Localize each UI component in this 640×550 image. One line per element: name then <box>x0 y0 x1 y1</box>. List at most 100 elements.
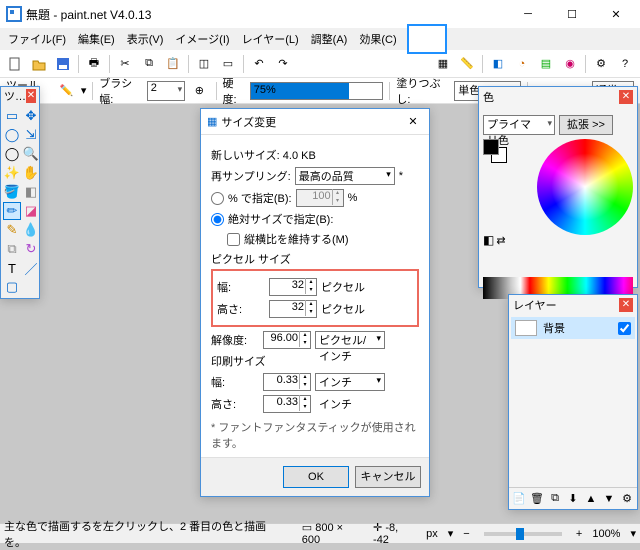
paste-button[interactable]: 📋 <box>162 53 184 75</box>
redo-button[interactable]: ↷ <box>272 53 294 75</box>
print-width-field[interactable]: 0.33 <box>263 373 311 391</box>
merge-down-button[interactable]: ⬇ <box>565 488 581 510</box>
clone-tool[interactable]: ⧉ <box>3 240 21 258</box>
gradient-tool[interactable]: ◧ <box>22 183 40 201</box>
minimize-button[interactable]: ─ <box>506 0 550 28</box>
duplicate-layer-button[interactable]: ⧉ <box>547 488 563 510</box>
help-button[interactable]: ? <box>614 53 636 75</box>
close-button[interactable]: ✕ <box>594 0 638 28</box>
history-toggle[interactable]: ◔ <box>511 53 533 75</box>
statusbar: 主な色で描画するを左クリックし、2 番目の色と描画を。 ▭ 800 × 600 … <box>0 523 640 543</box>
resize-dialog: ▦ サイズ変更 ✕ 新しいサイズ: 4.0 KB 再サンプリング: 最高の品質 … <box>200 108 430 497</box>
expand-button[interactable]: 拡張 >> <box>559 115 613 135</box>
zoom-in-button[interactable]: + <box>576 528 582 540</box>
height-field[interactable]: 32 <box>269 300 317 318</box>
maximize-button[interactable]: ☐ <box>550 0 594 28</box>
magic-wand-tool[interactable]: ✨ <box>3 164 21 182</box>
rect-select-tool[interactable]: ▭ <box>3 107 21 125</box>
move-selection-tool[interactable]: ⇲ <box>22 126 40 144</box>
width-field[interactable]: 32 <box>269 278 317 296</box>
line-tool[interactable]: ／ <box>22 259 40 277</box>
settings-button[interactable]: ⚙ <box>590 53 612 75</box>
ok-button[interactable]: OK <box>283 466 349 488</box>
layers-panel: レイヤー ✕ 背景 📄 🗑 ⧉ ⬇ ▲ ▼ ⚙ <box>508 294 638 510</box>
print-width-label: 幅: <box>211 374 259 390</box>
eraser-tool[interactable]: ◪ <box>22 202 40 220</box>
layer-row[interactable]: 背景 <box>511 317 635 339</box>
menu-effects[interactable]: 効果(C) <box>353 29 402 49</box>
menu-view[interactable]: 表示(V) <box>121 29 170 49</box>
resampling-note: * ファントファンタスティックが使用されます。 <box>211 419 419 451</box>
new-button[interactable] <box>4 53 26 75</box>
brush-bigger-button[interactable]: ⊕ <box>189 80 209 102</box>
tools-panel-close[interactable]: ✕ <box>26 89 36 103</box>
dialog-close-button[interactable]: ✕ <box>403 115 423 128</box>
titlebar: 無題 - paint.net V4.0.13 ─ ☐ ✕ <box>0 0 640 28</box>
recolor-tool[interactable]: ↻ <box>22 240 40 258</box>
cancel-button[interactable]: キャンセル <box>355 466 421 488</box>
print-button[interactable]: 🖶 <box>83 53 105 75</box>
resampling-combo[interactable]: 最高の品質 <box>295 167 395 185</box>
ruler-button[interactable]: 📏 <box>456 53 478 75</box>
menu-layers[interactable]: レイヤー(L) <box>236 29 305 49</box>
primary-color-swatch[interactable] <box>483 139 499 155</box>
copy-button[interactable]: ⧉ <box>138 53 160 75</box>
open-button[interactable] <box>28 53 50 75</box>
layer-props-button[interactable]: ⚙ <box>619 488 635 510</box>
by-percent-radio[interactable] <box>211 192 224 205</box>
swap-colors-icon[interactable]: ⇄ <box>496 234 505 247</box>
layer-visible-checkbox[interactable] <box>618 322 631 335</box>
move-up-button[interactable]: ▲ <box>583 488 599 510</box>
by-absolute-radio[interactable] <box>211 213 224 226</box>
color-swatches[interactable] <box>483 139 509 165</box>
brush-width-field[interactable]: 2 <box>147 81 185 101</box>
menu-adjust[interactable]: 調整(A) <box>305 29 354 49</box>
unit-select[interactable]: px <box>426 528 438 540</box>
menu-file[interactable]: ファイル(F) <box>2 29 72 49</box>
colors-toggle[interactable]: ◉ <box>559 53 581 75</box>
grid-button[interactable]: ▦ <box>432 53 454 75</box>
bw-reset-icon[interactable]: ◧ <box>483 233 494 247</box>
add-layer-button[interactable]: 📄 <box>511 488 527 510</box>
menu-edit[interactable]: 編集(E) <box>72 29 121 49</box>
layers-panel-close[interactable]: ✕ <box>619 298 633 312</box>
document-thumbnail[interactable] <box>407 24 447 54</box>
lasso-tool[interactable]: ◯ <box>3 126 21 144</box>
color-picker-tool[interactable]: 💧 <box>22 221 40 239</box>
hardness-slider[interactable]: 75% <box>250 82 384 100</box>
brush-tool[interactable]: ✏ <box>3 202 21 220</box>
resolution-unit-combo[interactable]: ピクセル/インチ <box>315 331 385 349</box>
move-tool[interactable]: ✥ <box>22 107 40 125</box>
colors-panel-close[interactable]: ✕ <box>619 90 633 104</box>
text-tool[interactable]: T <box>3 259 21 277</box>
maintain-aspect-checkbox[interactable] <box>227 233 240 246</box>
zoom-tool[interactable]: 🔍 <box>22 145 40 163</box>
color-wheel[interactable] <box>537 139 633 235</box>
shapes-tool[interactable]: ▢ <box>3 278 21 296</box>
deselect-button[interactable]: ▭ <box>217 53 239 75</box>
menu-image[interactable]: イメージ(I) <box>169 29 235 49</box>
bucket-tool[interactable]: 🪣 <box>3 183 21 201</box>
zoom-slider[interactable] <box>484 532 562 536</box>
primary-color-combo[interactable]: プライマリ色 <box>483 115 555 135</box>
save-button[interactable] <box>52 53 74 75</box>
pencil-tool[interactable]: ✎ <box>3 221 21 239</box>
ellipse-select-tool[interactable]: ◯ <box>3 145 21 163</box>
pixel-size-highlight: 幅: 32 ピクセル 高さ: 32 ピクセル <box>211 269 419 327</box>
delete-layer-button[interactable]: 🗑 <box>529 488 545 510</box>
tools-toggle[interactable]: ◧ <box>487 53 509 75</box>
layers-toggle[interactable]: ▤ <box>535 53 557 75</box>
height-unit: ピクセル <box>321 301 365 317</box>
print-height-field[interactable]: 0.33 <box>263 395 311 413</box>
zoom-out-button[interactable]: − <box>463 528 469 540</box>
tool-dropdown-arrow[interactable]: ▾ <box>81 84 87 97</box>
crop-button[interactable]: ◫ <box>193 53 215 75</box>
resolution-field[interactable]: 96.00 <box>263 331 311 349</box>
undo-button[interactable]: ↶ <box>248 53 270 75</box>
resolution-label: 解像度: <box>211 332 259 348</box>
active-tool-icon[interactable]: ✏️ <box>56 80 76 102</box>
pan-tool[interactable]: ✋ <box>22 164 40 182</box>
print-width-unit-combo[interactable]: インチ <box>315 373 385 391</box>
move-down-button[interactable]: ▼ <box>601 488 617 510</box>
cut-button[interactable]: ✂ <box>114 53 136 75</box>
